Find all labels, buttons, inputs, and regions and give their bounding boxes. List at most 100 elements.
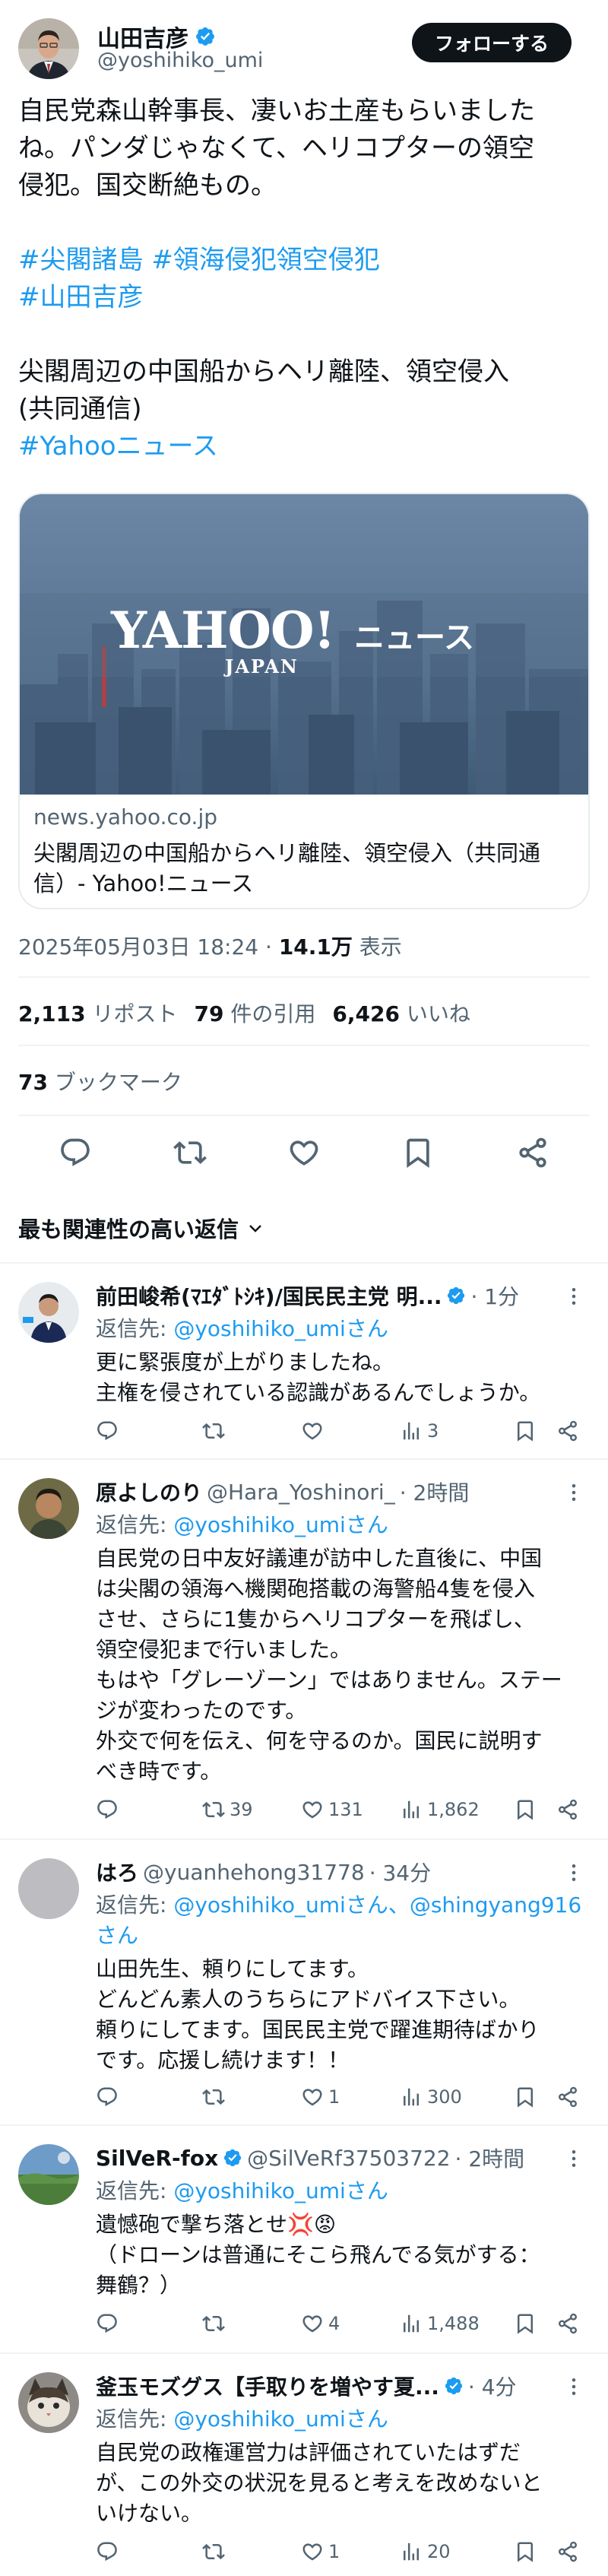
bookmarks-label: ブックマーク — [47, 1070, 182, 1095]
more-icon[interactable] — [562, 2375, 585, 2398]
reply-time[interactable]: · 2時間 — [400, 1477, 470, 1507]
reply-tweet[interactable]: 前田峻希(ﾏｴﾀﾞﾄｼｷ)/国民民主党 明... · 1分 返信先: @yosh… — [0, 1262, 608, 1458]
reply-avatar[interactable] — [18, 1282, 79, 1343]
reply-time[interactable]: · 4分 — [468, 2371, 517, 2401]
reply-text: 自民党の政権運営力は評価されていたはずだ が、この外交の状況を見ると考えを改めな… — [96, 2438, 590, 2529]
reply-tweet[interactable]: SilVeR-fox @SilVeRf37503722 · 2時間 返信先: @… — [0, 2124, 608, 2352]
author-avatar[interactable] — [18, 18, 79, 79]
views-icon — [404, 2088, 419, 2106]
reply-avatar[interactable] — [18, 1858, 79, 1919]
share-action[interactable] — [556, 1420, 587, 1442]
retweet-action[interactable]: 39 — [202, 1798, 301, 1821]
views-action[interactable]: 1,862 — [400, 1798, 514, 1821]
reply-avatar[interactable] — [18, 1478, 79, 1539]
reply-tweet[interactable]: はろ @yuanhehong31778 · 34分 返信先: @yoshihik… — [0, 1838, 608, 2124]
bookmark-icon[interactable] — [401, 1136, 435, 1169]
reply-to-mention[interactable]: @yoshihiko_umiさん、@shingyang916 — [173, 1892, 581, 1918]
tweet-date[interactable]: 2025年05月03日 18:24 — [18, 934, 258, 960]
retweet-icon — [202, 2315, 225, 2332]
like-action[interactable]: 1 — [301, 2540, 400, 2563]
retweet-icon[interactable] — [173, 1136, 207, 1169]
reply-action[interactable] — [96, 2312, 202, 2335]
reply-author-name[interactable]: SilVeR-fox — [96, 2146, 218, 2171]
bookmark-action[interactable] — [514, 2086, 556, 2108]
reposts-stat[interactable]: 2,113 リポスト — [18, 998, 177, 1028]
views-icon — [404, 2314, 419, 2333]
reply-author-handle[interactable]: @SilVeRf37503722 — [247, 2146, 450, 2171]
link-preview-card[interactable]: YAHOO! JAPAN ニュース news.yahoo.co.jp 尖閣周辺の… — [18, 493, 590, 909]
reply-text-line: させ、さらに1隻からヘリコプターを飛ばし、 — [96, 1607, 535, 1632]
share-action[interactable] — [556, 2540, 587, 2563]
share-action[interactable] — [556, 2312, 587, 2335]
reply-action[interactable] — [96, 1798, 202, 1821]
share-action[interactable] — [556, 2086, 587, 2108]
views-action[interactable]: 300 — [400, 2086, 514, 2108]
reply-to-mention[interactable]: @yoshihiko_umiさん — [173, 2178, 388, 2203]
reply-author-name[interactable]: はろ — [96, 1857, 138, 1887]
reply-to-mention[interactable]: @yoshihiko_umiさん — [173, 2406, 388, 2432]
reply-to-prefix: 返信先: — [96, 1316, 174, 1341]
retweet-action[interactable] — [202, 1420, 301, 1442]
quotes-stat[interactable]: 79 件の引用 — [194, 998, 315, 1028]
hashtag-link[interactable]: #尖閣諸島 — [18, 245, 144, 275]
views-action[interactable]: 20 — [400, 2540, 514, 2563]
more-icon[interactable] — [562, 2147, 585, 2170]
bookmarks-stat: 73 ブックマーク — [18, 1066, 182, 1096]
tweet-timestamp[interactable]: 2025年05月03日 18:24 · 14.1万 表示 — [18, 931, 402, 961]
bookmark-action[interactable] — [514, 1420, 556, 1442]
views-count: 1,488 — [427, 2313, 480, 2334]
reply-icon[interactable] — [59, 1136, 92, 1169]
reply-to-mention-suffix[interactable]: さん — [96, 1923, 138, 1948]
follow-button[interactable]: フォローする — [411, 23, 572, 62]
author-handle[interactable]: @yoshihiko_umi — [97, 49, 263, 72]
reply-author-name[interactable]: 釜玉モズグス【手取りを増やす夏... — [96, 2371, 439, 2401]
reply-text-line: 自民党の政権運営力は評価されていたはずだ — [96, 2440, 521, 2465]
like-icon — [302, 1801, 322, 1819]
more-icon[interactable] — [562, 1861, 585, 1884]
bookmark-action[interactable] — [514, 1798, 556, 1821]
card-image[interactable]: YAHOO! JAPAN ニュース — [20, 494, 588, 795]
reply-author-name[interactable]: 原よしのり — [96, 1477, 202, 1507]
reply-sort-label[interactable]: 最も関連性の高い返信 — [18, 1212, 239, 1244]
reply-author-name[interactable]: 前田峻希(ﾏｴﾀﾞﾄｼｷ)/国民民主党 明... — [96, 1280, 442, 1311]
retweet-action[interactable] — [202, 2540, 301, 2563]
like-action[interactable]: 4 — [301, 2312, 400, 2335]
more-icon[interactable] — [562, 1285, 585, 1308]
like-action[interactable]: 131 — [301, 1798, 400, 1821]
hashtag-link[interactable]: #領海侵犯領空侵犯 — [151, 245, 380, 275]
reply-action[interactable] — [96, 2540, 202, 2563]
more-icon[interactable] — [562, 1481, 585, 1504]
views-action[interactable]: 1,488 — [400, 2312, 514, 2335]
reply-action[interactable] — [96, 2086, 202, 2108]
bookmark-action[interactable] — [514, 2312, 556, 2335]
hashtag-link[interactable]: #山田吉彦 — [18, 282, 144, 312]
reply-time[interactable]: · 1分 — [470, 1280, 519, 1311]
main-tweet-header: 山田吉彦 @yoshihiko_umi フォローする — [0, 0, 608, 79]
reply-action[interactable] — [96, 1420, 202, 1442]
card-domain[interactable]: news.yahoo.co.jp — [33, 804, 217, 830]
reply-to-mention[interactable]: @yoshihiko_umiさん — [173, 1512, 388, 1537]
reply-tweet[interactable]: 原よしのり @Hara_Yoshinori_ · 2時間 返信先: @yoshi… — [0, 1458, 608, 1838]
hashtag-link[interactable]: #Yahooニュース — [18, 431, 218, 462]
like-icon[interactable] — [287, 1136, 321, 1169]
reply-author-handle[interactable]: @yuanhehong31778 — [143, 1860, 365, 1885]
retweet-action[interactable] — [202, 2312, 301, 2335]
share-action[interactable] — [556, 1798, 587, 1821]
retweet-action[interactable] — [202, 2086, 301, 2108]
bookmark-action[interactable] — [514, 2540, 556, 2563]
reply-time[interactable]: · 34分 — [369, 1857, 431, 1887]
views-action[interactable]: 3 — [400, 1420, 514, 1442]
reply-author-handle[interactable]: @Hara_Yoshinori_ — [207, 1480, 395, 1505]
like-action[interactable]: 1 — [301, 2086, 400, 2108]
share-icon[interactable] — [516, 1136, 549, 1169]
card-title[interactable]: 尖閣周辺の中国船からヘリ離陸、領空侵入（共同通 信）- Yahoo!ニュース — [33, 838, 578, 899]
reply-avatar[interactable] — [18, 2372, 79, 2433]
verified-badge-icon — [196, 27, 214, 46]
reply-time[interactable]: · 2時間 — [455, 2143, 525, 2173]
reply-to-mention[interactable]: @yoshihiko_umiさん — [173, 1316, 388, 1341]
reply-tweet[interactable]: 釜玉モズグス【手取りを増やす夏... · 4分 返信先: @yoshihiko_… — [0, 2352, 608, 2576]
likes-stat[interactable]: 6,426 いいね — [332, 998, 470, 1028]
reply-sort-dropdown[interactable]: 最も関連性の高い返信 — [18, 1212, 264, 1244]
reply-avatar[interactable] — [18, 2144, 79, 2205]
like-action[interactable] — [301, 1420, 400, 1442]
